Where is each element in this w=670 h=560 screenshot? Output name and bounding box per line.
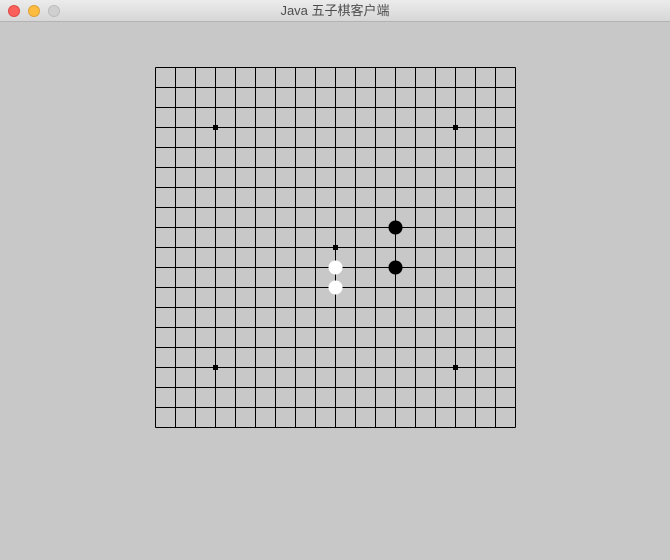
white-stone [328, 260, 343, 275]
black-stone [388, 260, 403, 275]
star-point [213, 365, 218, 370]
star-point [213, 125, 218, 130]
title-bar: Java 五子棋客户端 [0, 0, 670, 22]
white-stone [328, 280, 343, 295]
window-title: Java 五子棋客户端 [280, 3, 390, 18]
star-point [453, 365, 458, 370]
black-stone [388, 220, 403, 235]
gomoku-board[interactable] [0, 22, 670, 560]
star-point [453, 125, 458, 130]
app-window: Java 五子棋客户端 [0, 0, 670, 560]
game-area [0, 22, 670, 560]
star-point [333, 245, 338, 250]
